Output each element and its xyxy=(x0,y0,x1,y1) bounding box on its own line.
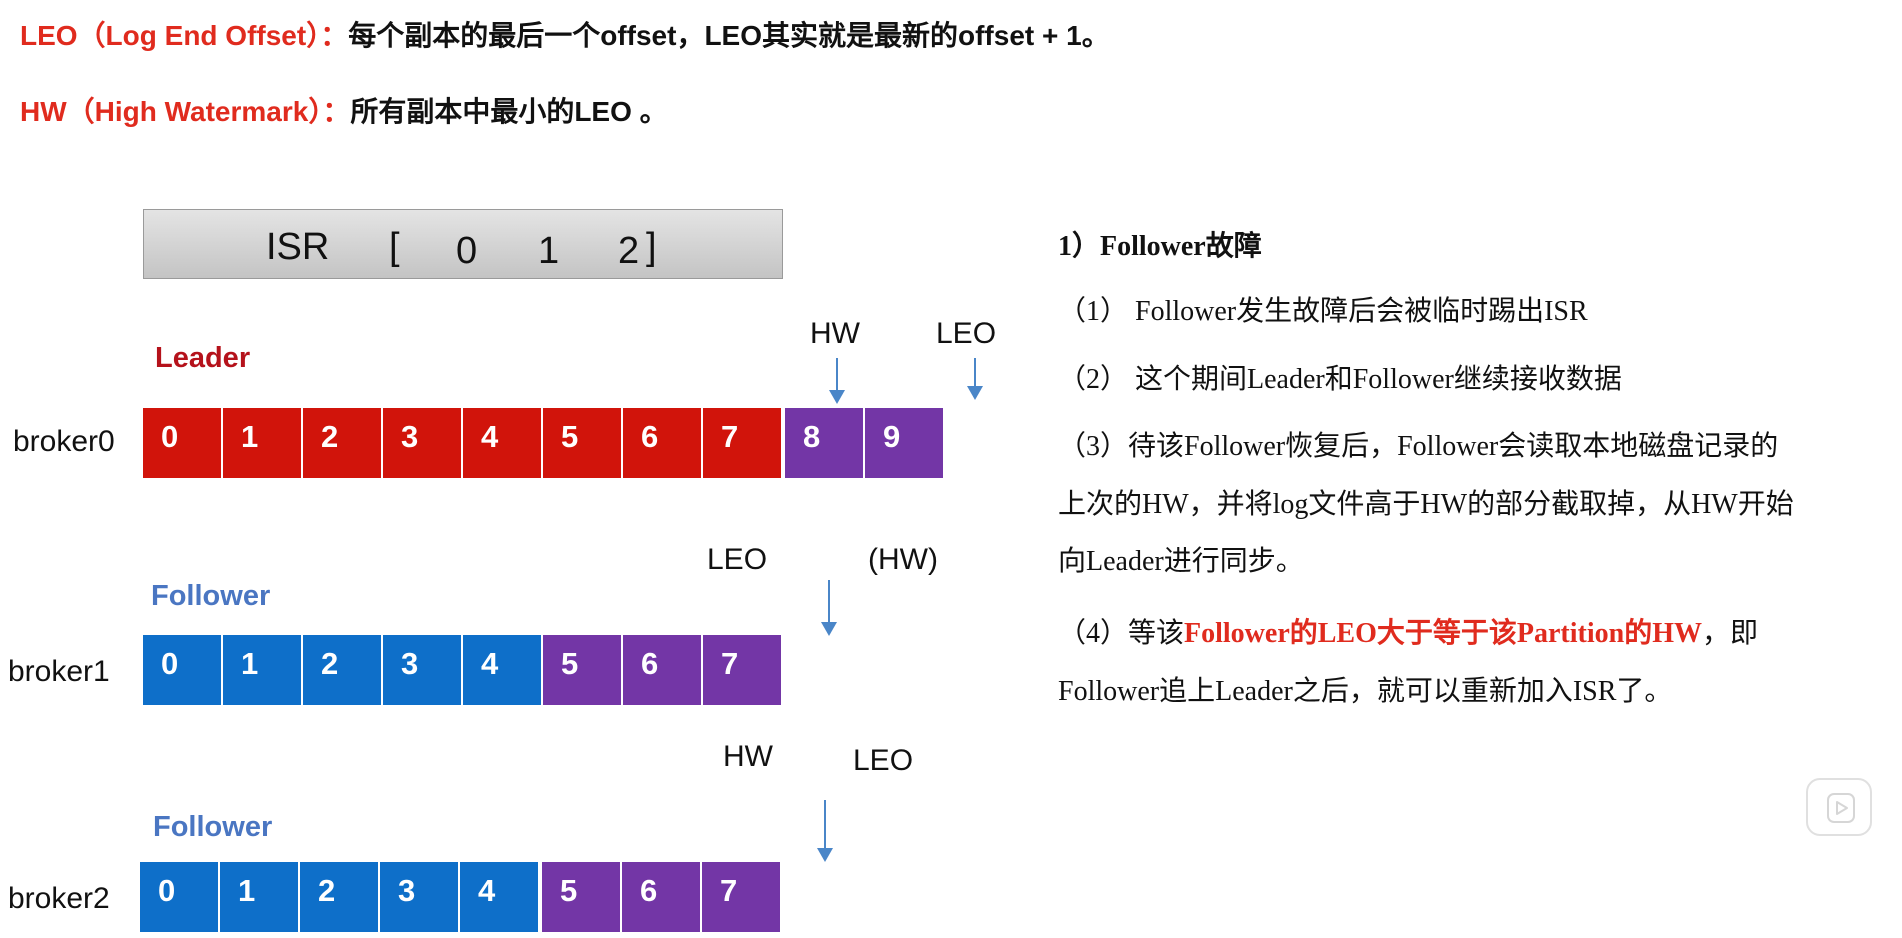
broker0-label: broker0 xyxy=(13,425,115,458)
log-cell: 6 xyxy=(623,408,701,478)
log-cell: 1 xyxy=(223,408,301,478)
log-cell-unsynced: 8 xyxy=(785,408,863,478)
log-cell: 4 xyxy=(463,635,541,705)
explanation-item-4-suffix: ，即 xyxy=(1701,618,1758,649)
log-cell: 1 xyxy=(220,862,298,932)
broker2-hw-marker: HW xyxy=(723,740,773,773)
broker1-leo-marker: LEO xyxy=(707,543,768,576)
isr-label: ISR xyxy=(266,226,330,268)
isr-open-bracket: [ xyxy=(389,226,400,268)
broker1-label: broker1 xyxy=(8,655,110,688)
leo-text: 每个副本的最后一个offset，LEO其实就是最新的offset + 1。 xyxy=(348,20,1110,51)
log-cell: 7 xyxy=(703,408,781,478)
log-cell: 1 xyxy=(223,635,301,705)
explanation-item-4-highlight: Follower的LEO大于等于该Partition的HW xyxy=(1184,618,1702,649)
log-cell: 3 xyxy=(380,862,458,932)
log-cell-unsynced: 9 xyxy=(865,408,943,478)
explanation-title: 1）Follower故障 xyxy=(1058,231,1262,262)
log-cell-unsynced: 6 xyxy=(622,862,700,932)
log-cell: 3 xyxy=(383,408,461,478)
log-cell: 2 xyxy=(303,635,381,705)
log-cell: 0 xyxy=(143,635,221,705)
broker0-hw-marker: HW xyxy=(810,317,860,350)
leader-role-label: Leader xyxy=(155,342,251,374)
log-cell: 5 xyxy=(543,408,621,478)
broker1-hw-marker: (HW) xyxy=(868,543,938,576)
play-button[interactable] xyxy=(1806,778,1872,836)
isr-box: ISR [ 0 1 2 ] xyxy=(143,209,783,279)
isr-close-bracket: ] xyxy=(646,226,657,268)
explanation-item-4-line2: Follower追上Leader之后，就可以重新加入ISR了。 xyxy=(1058,676,1673,707)
hw-term: HW（High Watermark）： xyxy=(20,96,351,127)
log-cell: 4 xyxy=(463,408,541,478)
isr-replica: 2 xyxy=(618,230,640,272)
log-cell-unsynced: 5 xyxy=(542,862,620,932)
explanation-item-4-line1: （4）等该Follower的LEO大于等于该Partition的HW，即 xyxy=(1058,611,1758,651)
follower-role-label: Follower xyxy=(151,580,271,612)
explanation-item-3-line1: （3）待该Follower恢复后，Follower会读取本地磁盘记录的 xyxy=(1058,431,1779,462)
log-cell: 0 xyxy=(140,862,218,932)
log-cell: 2 xyxy=(303,408,381,478)
broker2-leo-marker: LEO xyxy=(853,744,914,777)
explanation-item-3-line3: 向Leader进行同步。 xyxy=(1058,546,1304,577)
log-cell: 2 xyxy=(300,862,378,932)
explanation-item-1: （1） Follower发生故障后会被临时踢出ISR xyxy=(1058,296,1588,327)
leo-term: LEO（Log End Offset）： xyxy=(20,20,349,51)
explanation-item-4-prefix: （4）等该 xyxy=(1058,618,1185,649)
log-cell: 0 xyxy=(143,408,221,478)
log-cell: 3 xyxy=(383,635,461,705)
log-cell-unsynced: 6 xyxy=(623,635,701,705)
hw-text: 所有副本中最小的LEO 。 xyxy=(350,96,668,127)
log-cell-unsynced: 7 xyxy=(703,635,781,705)
isr-replica: 0 xyxy=(456,230,478,272)
play-icon xyxy=(1827,793,1855,823)
broker0-leo-marker: LEO xyxy=(936,317,997,350)
explanation-item-2: （2） 这个期间Leader和Follower继续接收数据 xyxy=(1058,364,1622,395)
log-cell: 4 xyxy=(460,862,538,932)
isr-replica: 1 xyxy=(538,230,560,272)
broker2-label: broker2 xyxy=(8,882,110,915)
log-cell-unsynced: 7 xyxy=(702,862,780,932)
follower-role-label: Follower xyxy=(153,811,273,843)
leo-definition: LEO（Log End Offset）：每个副本的最后一个offset，LEO其… xyxy=(20,14,1110,54)
explanation-item-3-line2: 上次的HW，并将log文件高于HW的部分截取掉，从HW开始 xyxy=(1058,489,1794,520)
hw-definition: HW（High Watermark）：所有副本中最小的LEO 。 xyxy=(20,90,668,130)
log-cell-unsynced: 5 xyxy=(543,635,621,705)
